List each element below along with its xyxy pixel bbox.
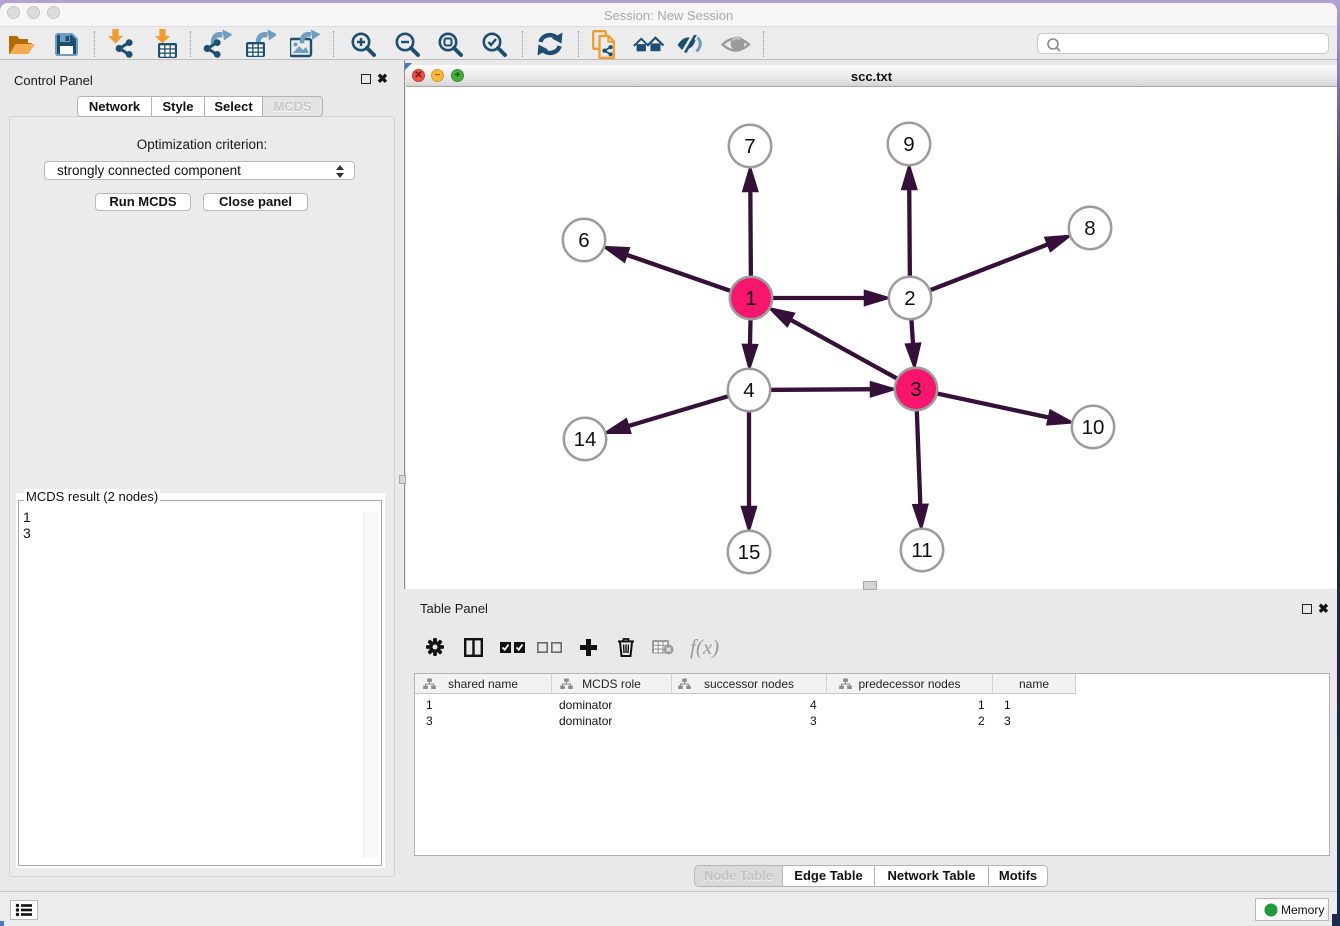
svg-text:8: 8: [1084, 217, 1095, 240]
svg-text:14: 14: [574, 428, 597, 451]
svg-text:7: 7: [744, 135, 755, 158]
svg-text:1: 1: [745, 287, 756, 310]
svg-text:9: 9: [903, 133, 914, 156]
svg-text:3: 3: [910, 378, 921, 401]
svg-text:6: 6: [578, 229, 589, 252]
svg-text:11: 11: [911, 539, 932, 562]
svg-text:15: 15: [738, 541, 761, 564]
svg-text:2: 2: [904, 287, 915, 310]
svg-text:4: 4: [743, 379, 754, 402]
svg-text:10: 10: [1082, 416, 1105, 439]
